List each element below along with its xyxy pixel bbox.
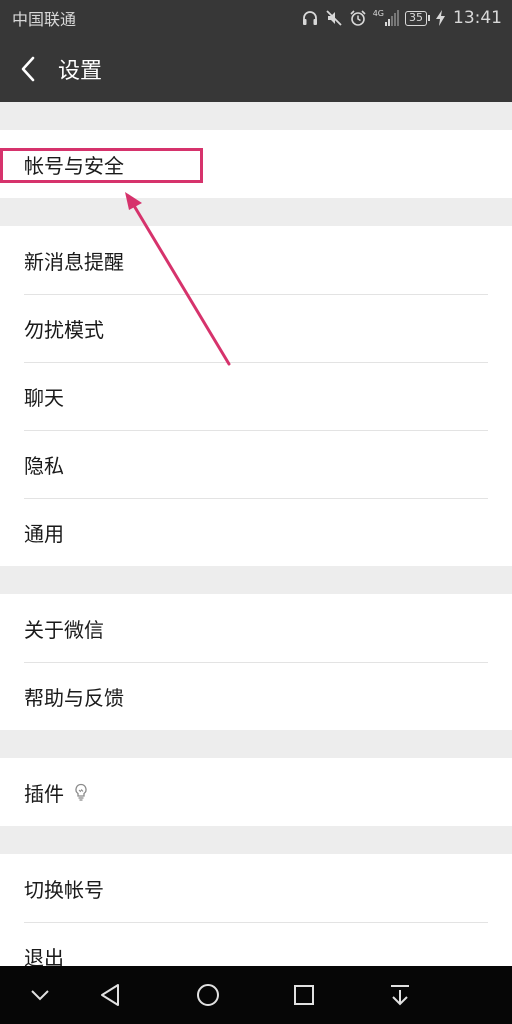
item-label: 插件 [24,781,64,806]
item-label: 关于微信 [24,617,104,642]
charging-icon [436,10,445,26]
pull-down-icon [391,985,409,1006]
circle-home-icon [197,984,219,1006]
item-label: 隐私 [24,453,64,478]
back-button[interactable] [0,36,56,102]
page-title: 设置 [58,59,103,84]
settings-group-general: 新消息提醒 勿扰模式 聊天 隐私 通用 [0,226,512,566]
settings-item-switch-account[interactable]: 切换帐号 [0,854,512,922]
battery-indicator: 35 [405,10,430,26]
nav-back-button[interactable] [88,966,132,1024]
carrier-label: 中国联通 [12,10,77,29]
hide-nav-button[interactable] [18,966,62,1024]
nav-home-button[interactable] [186,966,230,1024]
item-label: 切换帐号 [24,877,104,902]
alarm-icon [349,9,367,27]
mute-icon [325,9,343,27]
nav-recents-button[interactable] [282,966,326,1024]
settings-item-chats[interactable]: 聊天 [0,362,512,430]
item-label: 新消息提醒 [24,249,124,274]
triangle-back-icon [101,984,119,1006]
network-type-label: 4G [372,9,384,18]
settings-item-log-out[interactable]: 退出 [0,922,512,966]
chevron-down-icon [31,990,49,1001]
network-indicator: 4G [373,10,399,26]
settings-item-new-message-alerts[interactable]: 新消息提醒 [0,226,512,294]
item-label: 聊天 [24,385,64,410]
back-arrow-icon [21,56,35,82]
battery-level: 35 [405,10,427,26]
settings-item-do-not-disturb[interactable]: 勿扰模式 [0,294,512,362]
nav-notification-button[interactable] [378,966,422,1024]
settings-item-plugins[interactable]: 插件 [0,758,512,826]
item-label: 通用 [24,521,64,546]
lightbulb-icon [74,783,88,801]
item-label: 退出 [24,945,64,967]
settings-group-plugins: 插件 [0,758,512,826]
square-recents-icon [294,985,314,1005]
status-icons: 4G 35 13:41 [301,8,502,28]
item-label: 帮助与反馈 [24,685,124,710]
item-label: 勿扰模式 [24,317,104,342]
status-bar: 中国联通 4G 35 13:41 [0,0,512,36]
signal-icon [385,10,399,26]
clock: 13:41 [453,8,502,28]
settings-list[interactable]: 帐号与安全 新消息提醒 勿扰模式 聊天 隐私 通用 关于微信 帮助与反馈 插件 … [0,102,512,966]
settings-item-privacy[interactable]: 隐私 [0,430,512,498]
settings-item-about-wechat[interactable]: 关于微信 [0,594,512,662]
settings-item-help-feedback[interactable]: 帮助与反馈 [0,662,512,730]
settings-group-about: 关于微信 帮助与反馈 [0,594,512,730]
settings-item-general[interactable]: 通用 [0,498,512,566]
highlight-box [0,148,203,183]
navigation-bar [0,966,512,1024]
settings-group-session: 切换帐号 退出 [0,854,512,966]
headphones-icon [301,9,319,27]
title-bar: 设置 [0,36,512,102]
